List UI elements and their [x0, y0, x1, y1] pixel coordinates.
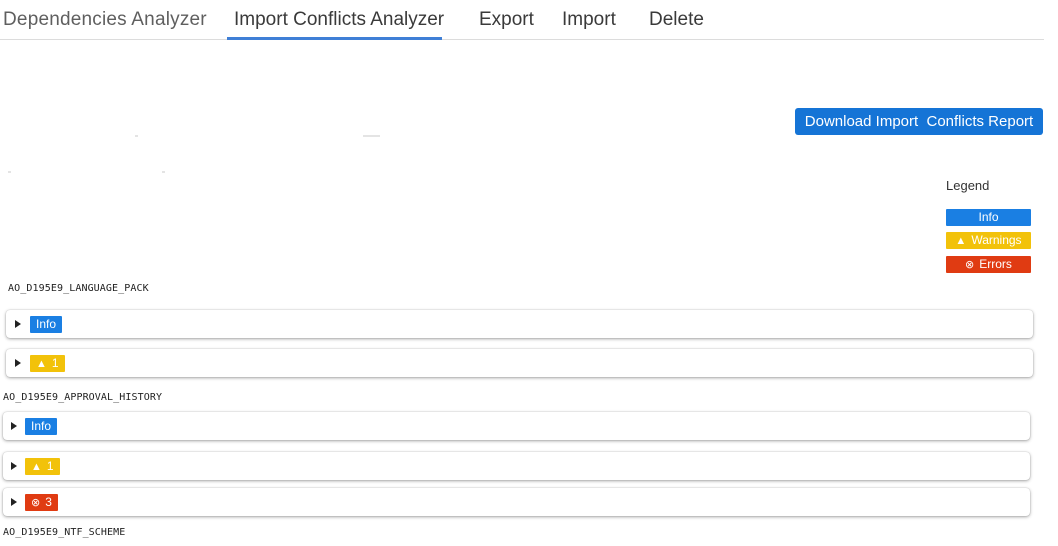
faint-artifact: [8, 171, 11, 173]
legend-title: Legend: [946, 178, 990, 193]
tab-dependencies-analyzer[interactable]: Dependencies Analyzer: [3, 8, 207, 32]
tab-bar: Dependencies Analyzer Import Conflicts A…: [0, 0, 1044, 40]
warning-badge: ▲ 1: [25, 458, 60, 475]
section-title: AO_D195E9_NTF_SCHEME: [3, 527, 126, 538]
expand-caret-icon[interactable]: [15, 359, 21, 367]
tab-delete[interactable]: Delete: [649, 8, 704, 32]
download-import-conflicts-report-button[interactable]: Download Import Conflicts Report: [795, 108, 1043, 135]
faint-artifact: [162, 171, 165, 173]
tab-import[interactable]: Import: [562, 8, 616, 32]
error-circle-x-icon: ⊗: [965, 259, 975, 271]
tab-import-conflicts-analyzer[interactable]: Import Conflicts Analyzer: [234, 8, 444, 32]
warning-count: 1: [51, 356, 59, 370]
faint-artifact: [363, 135, 380, 137]
legend-info-label: Info: [978, 210, 999, 224]
info-badge: Info: [25, 418, 58, 435]
section-title: AO_D195E9_LANGUAGE_PACK: [8, 283, 149, 294]
warning-triangle-icon: ▲: [36, 358, 47, 370]
legend-errors-label: Errors: [979, 257, 1012, 271]
legend-warnings-label: Warnings: [971, 233, 1022, 247]
conflict-row-error[interactable]: ⊗ 3: [3, 488, 1030, 516]
legend-warnings: ▲ Warnings: [946, 232, 1031, 249]
expand-caret-icon[interactable]: [11, 462, 17, 470]
expand-caret-icon[interactable]: [15, 320, 21, 328]
warning-triangle-icon: ▲: [31, 461, 42, 473]
faint-artifact: [135, 135, 138, 137]
section-title: AO_D195E9_APPROVAL_HISTORY: [3, 392, 163, 403]
legend-errors: ⊗ Errors: [946, 256, 1031, 273]
warning-badge: ▲ 1: [30, 355, 65, 372]
active-tab-indicator: [227, 37, 442, 40]
conflict-row-info[interactable]: Info: [3, 412, 1030, 440]
error-circle-x-icon: ⊗: [31, 497, 41, 509]
legend-info: Info: [946, 209, 1031, 226]
tab-export[interactable]: Export: [479, 8, 534, 32]
warning-count: 1: [46, 459, 54, 473]
expand-caret-icon[interactable]: [11, 422, 17, 430]
expand-caret-icon[interactable]: [11, 498, 17, 506]
warning-triangle-icon: ▲: [955, 235, 967, 247]
conflict-row-warning[interactable]: ▲ 1: [3, 452, 1030, 480]
conflict-row-info[interactable]: Info: [6, 310, 1033, 338]
info-badge: Info: [30, 316, 63, 333]
error-count: 3: [45, 495, 52, 509]
error-badge: ⊗ 3: [25, 494, 58, 511]
conflict-row-warning[interactable]: ▲ 1: [6, 349, 1033, 377]
